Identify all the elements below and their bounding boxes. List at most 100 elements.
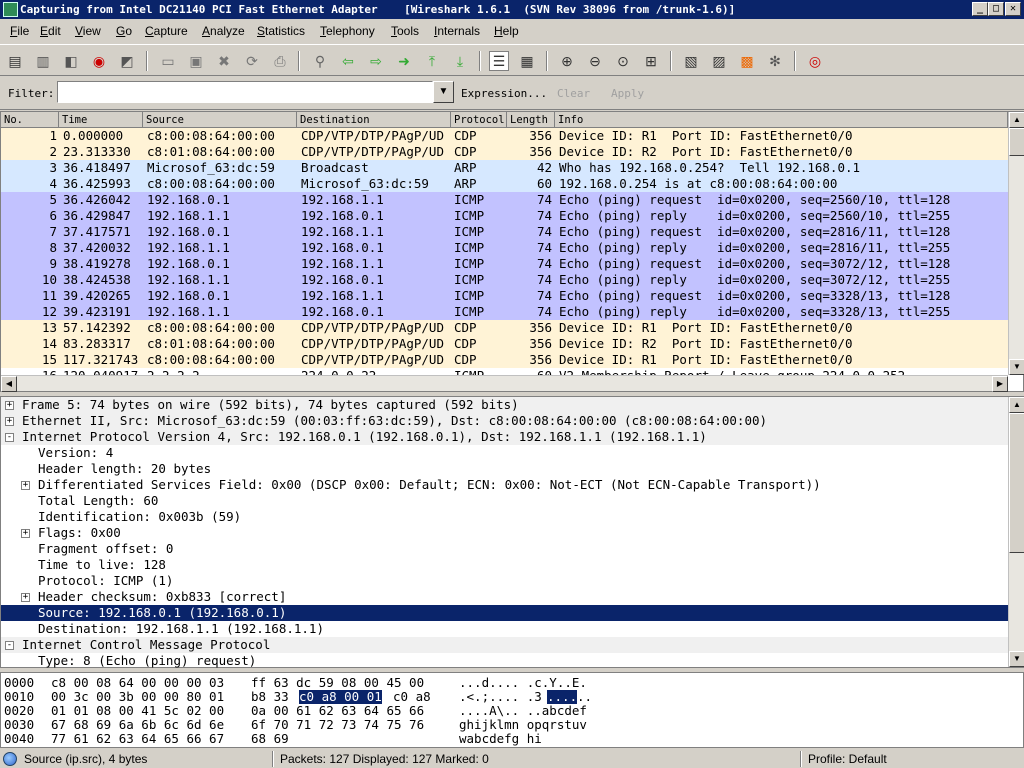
- packet-row[interactable]: 9 38.419278 192.168.0.1 192.168.1.1 ICMP 74 Ec…: [1, 256, 1008, 272]
- details-vscrollbar[interactable]: ▲ ▼: [1008, 397, 1024, 667]
- go-to-packet-icon[interactable]: ➜: [394, 51, 414, 71]
- interface-list-icon[interactable]: ▤: [5, 51, 25, 71]
- scroll-left-button[interactable]: ◀: [1, 376, 17, 392]
- minimize-button[interactable]: _: [972, 2, 988, 16]
- detail-tree-item[interactable]: Version: 4: [1, 445, 1008, 461]
- apply-button[interactable]: Apply: [611, 87, 644, 100]
- menu-statistics[interactable]: Statistics: [257, 20, 305, 42]
- packet-row[interactable]: 11 39.420265 192.168.0.1 192.168.1.1 ICMP 74 E…: [1, 288, 1008, 304]
- detail-tree-item[interactable]: Time to live: 128: [1, 557, 1008, 573]
- column-header-source[interactable]: Source: [143, 112, 297, 128]
- column-header-no[interactable]: No.: [1, 112, 59, 128]
- packet-list-hscrollbar[interactable]: ◀ ▶: [1, 375, 1008, 392]
- start-capture-icon[interactable]: ◧: [61, 51, 81, 71]
- coloring-rules-icon[interactable]: ▩: [737, 51, 757, 71]
- scroll-down-button[interactable]: ▼: [1009, 651, 1024, 667]
- detail-tree-item[interactable]: - Internet Control Message Protocol: [1, 637, 1008, 653]
- scroll-right-button[interactable]: ▶: [992, 376, 1008, 392]
- print-icon[interactable]: ⎙: [270, 51, 290, 71]
- detail-tree-item[interactable]: + Flags: 0x00: [1, 525, 1008, 541]
- filter-input[interactable]: [57, 81, 433, 103]
- close-file-icon[interactable]: ✖: [214, 51, 234, 71]
- packet-row[interactable]: 8 37.420032 192.168.1.1 192.168.0.1 ICMP 74 Ec…: [1, 240, 1008, 256]
- detail-tree-item[interactable]: - Internet Protocol Version 4, Src: 192.1…: [1, 429, 1008, 445]
- packet-row[interactable]: 7 37.417571 192.168.0.1 192.168.1.1 ICMP 74 Ec…: [1, 224, 1008, 240]
- expand-icon[interactable]: +: [21, 593, 30, 602]
- preferences-icon[interactable]: ✻: [765, 51, 785, 71]
- open-file-icon[interactable]: ▭: [158, 51, 178, 71]
- status-profile[interactable]: Profile: Default: [808, 750, 887, 768]
- detail-tree-item[interactable]: + Differentiated Services Field: 0x00 (DS…: [1, 477, 1008, 493]
- expand-icon[interactable]: +: [21, 529, 30, 538]
- detail-tree-item[interactable]: Destination: 192.168.1.1 (192.168.1.1): [1, 621, 1008, 637]
- menu-go[interactable]: Go: [116, 20, 132, 42]
- packet-row[interactable]: 1 0.000000 c8:00:08:64:00:00 CDP/VTP/DTP/PA…: [1, 128, 1008, 144]
- menu-edit[interactable]: Edit: [40, 20, 61, 42]
- menu-capture[interactable]: Capture: [145, 20, 188, 42]
- packet-row[interactable]: 14 83.283317 c8:01:08:64:00:00 CDP/VTP/DTP/…: [1, 336, 1008, 352]
- packet-list-vscrollbar[interactable]: ▲ ▼: [1008, 112, 1024, 375]
- stop-capture-icon[interactable]: ◉: [89, 51, 109, 71]
- filter-dropdown-arrow[interactable]: ▼: [433, 81, 454, 103]
- column-header-length[interactable]: Length: [507, 112, 555, 128]
- menu-telephony[interactable]: Telephony: [320, 20, 375, 42]
- colorize-icon[interactable]: ☰: [489, 51, 509, 71]
- go-last-icon[interactable]: ⤓: [450, 51, 470, 71]
- go-first-icon[interactable]: ⤒: [422, 51, 442, 71]
- expert-info-icon[interactable]: [3, 752, 17, 766]
- menu-file[interactable]: File: [10, 20, 29, 42]
- auto-scroll-icon[interactable]: ▦: [517, 51, 537, 71]
- packet-row[interactable]: 4 36.425993 c8:00:08:64:00:00 Microsof_63:d…: [1, 176, 1008, 192]
- collapse-icon[interactable]: -: [5, 641, 14, 650]
- display-filters-icon[interactable]: ▨: [709, 51, 729, 71]
- detail-tree-item[interactable]: Protocol: ICMP (1): [1, 573, 1008, 589]
- packet-row[interactable]: 13 57.142392 c8:00:08:64:00:00 CDP/VTP/DTP/…: [1, 320, 1008, 336]
- normal-size-icon[interactable]: ⊙: [613, 51, 633, 71]
- save-file-icon[interactable]: ▣: [186, 51, 206, 71]
- detail-tree-item[interactable]: Source: 192.168.0.1 (192.168.0.1): [1, 605, 1008, 621]
- detail-tree-item[interactable]: + Header checksum: 0xb833 [correct]: [1, 589, 1008, 605]
- detail-tree-item[interactable]: Total Length: 60: [1, 493, 1008, 509]
- packet-row[interactable]: 3 36.418497 Microsof_63:dc:59 Broadcast ARP 4…: [1, 160, 1008, 176]
- collapse-icon[interactable]: -: [5, 433, 14, 442]
- zoom-out-icon[interactable]: ⊖: [585, 51, 605, 71]
- detail-tree-item[interactable]: Header length: 20 bytes: [1, 461, 1008, 477]
- menu-analyze[interactable]: Analyze: [202, 20, 245, 42]
- scroll-up-button[interactable]: ▲: [1009, 397, 1024, 413]
- go-back-icon[interactable]: ⇦: [338, 51, 358, 71]
- scroll-thumb[interactable]: [1009, 413, 1024, 553]
- menu-view[interactable]: View: [75, 20, 101, 42]
- menu-tools[interactable]: Tools: [391, 20, 419, 42]
- resize-columns-icon[interactable]: ⊞: [641, 51, 661, 71]
- column-header-destination[interactable]: Destination: [297, 112, 451, 128]
- menu-internals[interactable]: Internals: [434, 20, 480, 42]
- detail-tree-item[interactable]: Identification: 0x003b (59): [1, 509, 1008, 525]
- detail-tree-item[interactable]: Type: 8 (Echo (ping) request): [1, 653, 1008, 669]
- packet-row[interactable]: 6 36.429847 192.168.1.1 192.168.0.1 ICMP 74 Ec…: [1, 208, 1008, 224]
- reload-icon[interactable]: ⟳: [242, 51, 262, 71]
- column-header-info[interactable]: Info: [555, 112, 1008, 128]
- packet-row[interactable]: 2 23.313330 c8:01:08:64:00:00 CDP/VTP/DTP/P…: [1, 144, 1008, 160]
- scroll-thumb[interactable]: [1009, 128, 1024, 156]
- detail-tree-item[interactable]: Fragment offset: 0: [1, 541, 1008, 557]
- close-button[interactable]: ✕: [1005, 2, 1021, 16]
- expand-icon[interactable]: +: [5, 417, 14, 426]
- find-packet-icon[interactable]: ⚲: [310, 51, 330, 71]
- column-header-protocol[interactable]: Protocol: [451, 112, 507, 128]
- packet-row[interactable]: 12 39.423191 192.168.1.1 192.168.0.1 ICMP 74 E…: [1, 304, 1008, 320]
- detail-tree-item[interactable]: + Frame 5: 74 bytes on wire (592 bits), 7…: [1, 397, 1008, 413]
- capture-options-icon[interactable]: ▥: [33, 51, 53, 71]
- detail-tree-item[interactable]: + Ethernet II, Src: Microsof_63:dc:59 (00…: [1, 413, 1008, 429]
- expand-icon[interactable]: +: [5, 401, 14, 410]
- packet-row[interactable]: 5 36.426042 192.168.0.1 192.168.1.1 ICMP 74 Ec…: [1, 192, 1008, 208]
- zoom-in-icon[interactable]: ⊕: [557, 51, 577, 71]
- expression-button[interactable]: Expression...: [461, 87, 547, 100]
- scroll-up-button[interactable]: ▲: [1009, 112, 1024, 128]
- expand-icon[interactable]: +: [21, 481, 30, 490]
- capture-filters-icon[interactable]: ▧: [681, 51, 701, 71]
- menu-help[interactable]: Help: [494, 20, 519, 42]
- packet-row[interactable]: 15 117.321743 c8:00:08:64:00:00 CDP/VTP/DTP…: [1, 352, 1008, 368]
- go-forward-icon[interactable]: ⇨: [366, 51, 386, 71]
- clear-button[interactable]: Clear: [557, 87, 590, 100]
- packet-row[interactable]: 10 38.424538 192.168.1.1 192.168.0.1 ICMP 74 E…: [1, 272, 1008, 288]
